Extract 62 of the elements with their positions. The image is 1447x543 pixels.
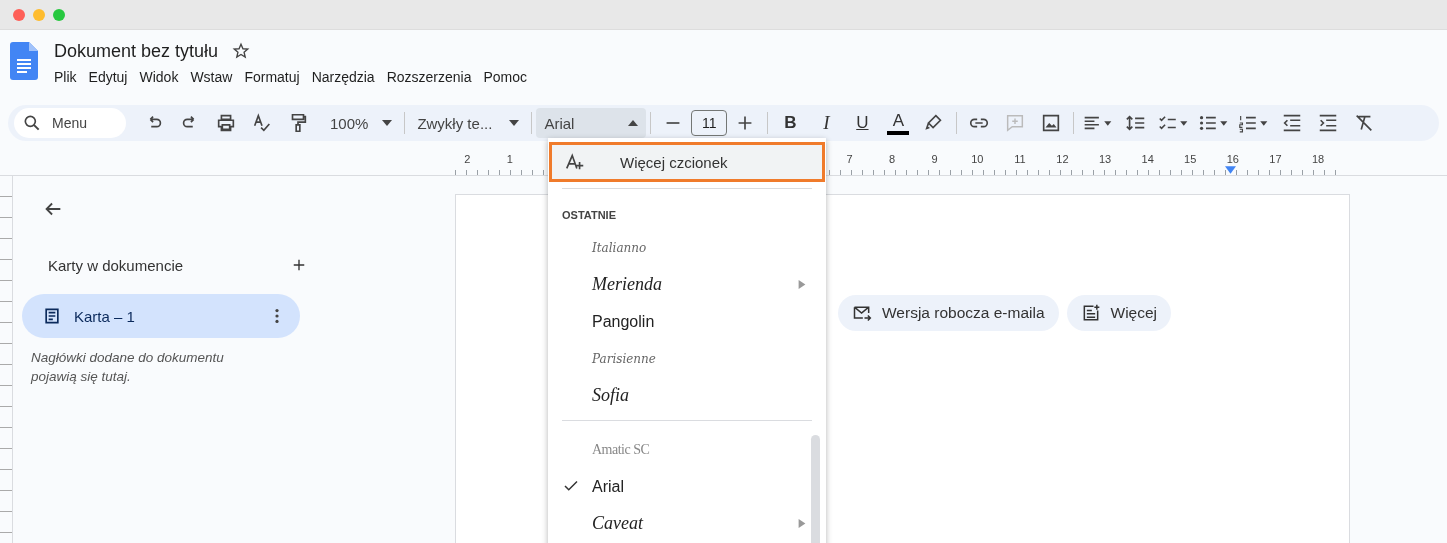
indent-marker-icon[interactable]: [1225, 166, 1236, 174]
mail-icon: [852, 303, 872, 323]
font-option[interactable]: Parisienne: [548, 340, 826, 377]
ruler-number: 7: [845, 153, 854, 165]
ruler-number: 16: [1225, 153, 1240, 165]
tabs-heading: Karty w dokumencie: [48, 256, 184, 274]
search-field[interactable]: Menu: [14, 108, 126, 138]
menu-item[interactable]: Pomoc: [477, 67, 534, 87]
document-icon: [42, 306, 62, 326]
menu-item[interactable]: Edytuj: [82, 67, 134, 87]
menu-item[interactable]: Widok: [133, 67, 185, 87]
document-icon[interactable]: [10, 42, 38, 80]
font-option[interactable]: Amatic SC: [548, 431, 826, 468]
ruler-number: 13: [1097, 153, 1113, 165]
suggestion-chip[interactable]: Wersja robocza e-maila: [838, 295, 1059, 331]
menu-item[interactable]: Plik: [48, 67, 83, 87]
menu-item[interactable]: Wstaw: [184, 67, 239, 87]
menu-item[interactable]: Formatuj: [238, 67, 306, 87]
section-heading: OSTATNIE: [561, 208, 617, 223]
ruler-number: 2: [463, 153, 472, 165]
font-option[interactable]: Merienda: [548, 266, 826, 303]
ruler-number: 11: [1013, 153, 1027, 165]
more-fonts-item[interactable]: Więcej czcionek: [549, 142, 825, 182]
menu-item[interactable]: Rozszerzenia: [380, 67, 478, 87]
ruler-number: 17: [1268, 153, 1283, 165]
font-option[interactable]: Italianno: [548, 229, 826, 266]
search-icon: [22, 113, 42, 133]
font-dropdown[interactable]: Arial: [536, 108, 647, 138]
ruler-number: 1: [505, 153, 514, 165]
ruler-number: 10: [970, 153, 985, 165]
tab-label: Karta – 1: [74, 307, 136, 325]
underline-button[interactable]: U: [851, 111, 874, 135]
document-tab[interactable]: Karta – 1: [22, 294, 300, 338]
text-color-button[interactable]: A: [887, 111, 910, 135]
ruler-number: 12: [1055, 153, 1070, 165]
tabs-hint: Nagłówki dodane do dokumentu pojawią się tutaj.: [31, 349, 225, 386]
document-title[interactable]: Dokument bez tytułu: [54, 40, 219, 62]
ruler-number: 15: [1183, 153, 1198, 165]
bold-button[interactable]: B: [779, 111, 802, 135]
menu-item[interactable]: Narzędzia: [305, 67, 381, 87]
spellcheck-icon[interactable]: [251, 112, 273, 134]
zoom-dropdown[interactable]: 100%: [322, 108, 401, 138]
star-icon[interactable]: [232, 42, 251, 60]
caret-icon: [382, 120, 393, 126]
ruler-number: 9: [930, 153, 939, 165]
caret-icon: [628, 120, 639, 126]
font-option[interactable]: Caveat: [548, 505, 826, 542]
style-dropdown[interactable]: Zwykły te...: [409, 108, 528, 138]
font-size-field[interactable]: 11: [691, 110, 728, 136]
suggestion-chip[interactable]: Więcej: [1066, 295, 1172, 331]
font-option[interactable]: Pangolin: [548, 303, 826, 340]
more-options-icon[interactable]: [274, 307, 280, 325]
ruler-number: 8: [888, 153, 897, 165]
ruler-number: 18: [1310, 153, 1326, 165]
ruler-number: 14: [1140, 153, 1155, 165]
submenu-arrow-icon: [798, 519, 806, 528]
submenu-arrow-icon: [798, 280, 806, 289]
italic-button[interactable]: I: [815, 111, 838, 135]
caret-icon: [509, 120, 520, 126]
font-option[interactable]: Sofia: [548, 377, 826, 414]
print-icon[interactable]: [215, 112, 237, 134]
font-option[interactable]: Arial: [548, 468, 826, 505]
